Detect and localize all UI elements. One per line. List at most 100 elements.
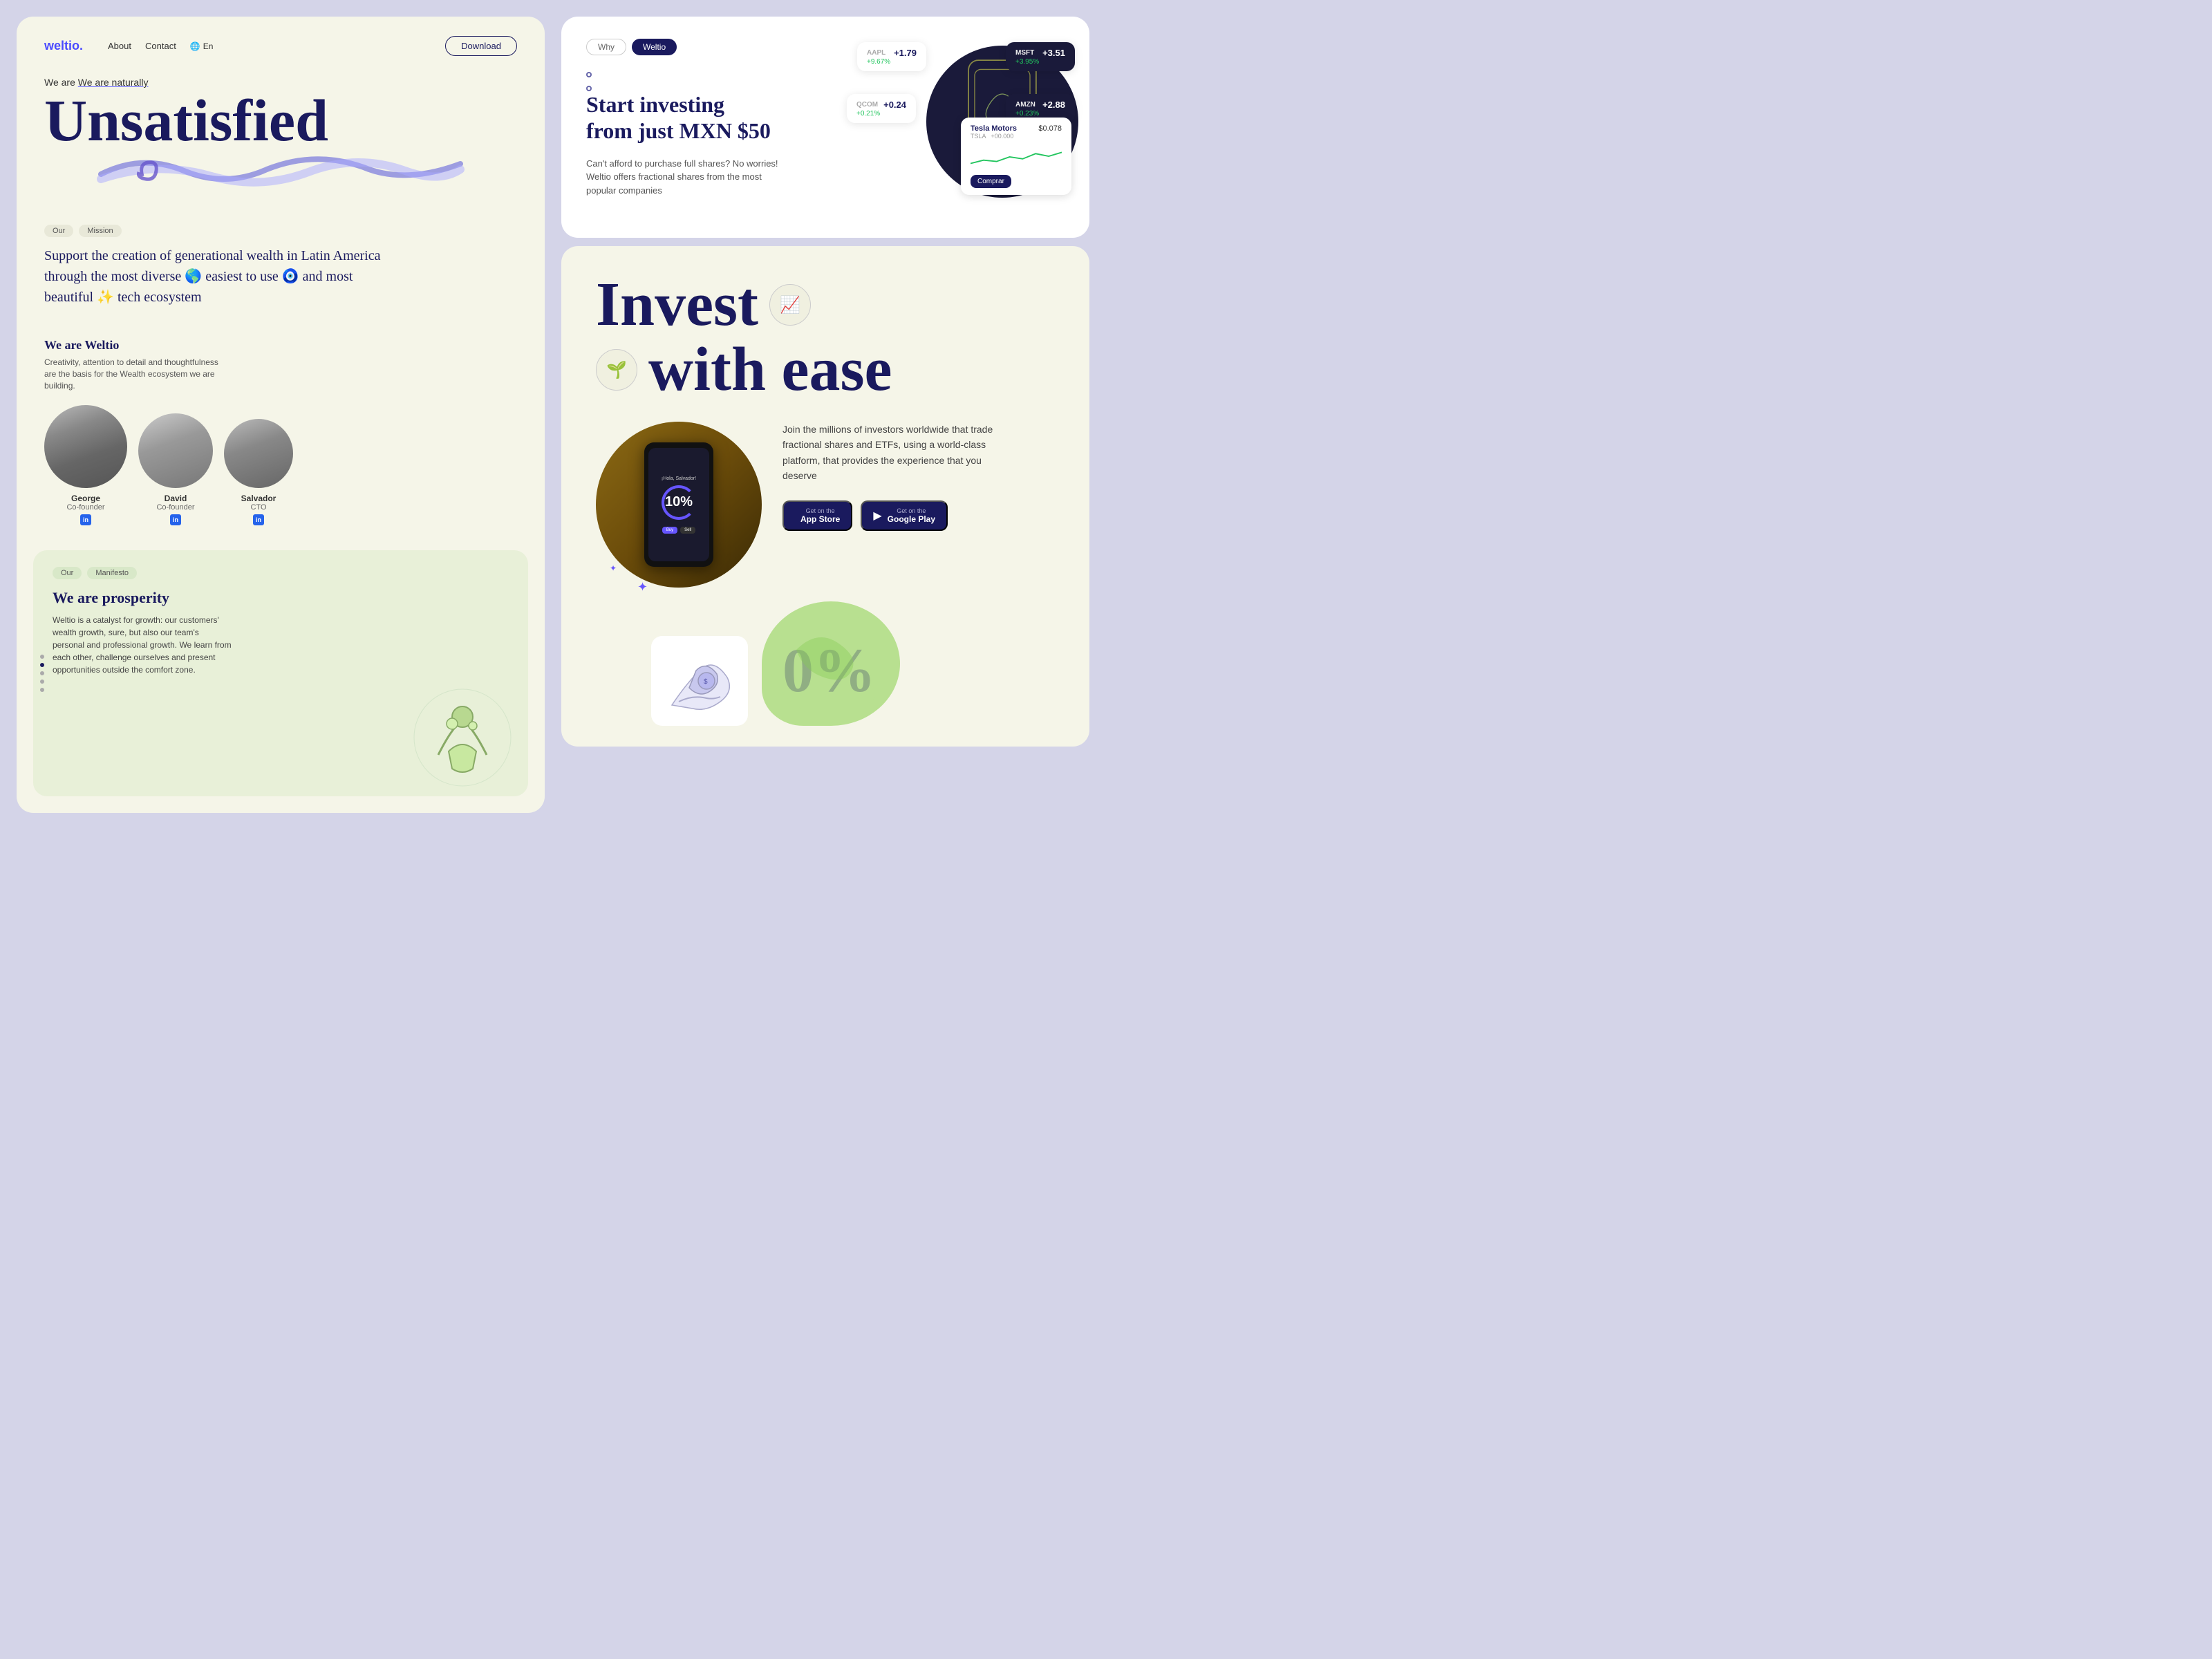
svg-text:$: $: [704, 678, 708, 686]
invest-title-line2: with ease: [648, 339, 892, 401]
tesla-ticker: TSLA +00.000: [971, 133, 1017, 140]
phone-mockup: ¡Hola, Salvador! 10% Buy Sell: [644, 442, 713, 567]
step-indicators: [586, 72, 854, 91]
stock-change-amzn: +0.23%: [1015, 110, 1065, 118]
linkedin-icon-george[interactable]: in: [80, 514, 91, 525]
hero-wave: [44, 150, 517, 188]
hero-subtitle-underline: We are naturally: [78, 77, 149, 88]
team-desc: Creativity, attention to detail and thou…: [44, 357, 224, 391]
stock-change-aapl: +9.67%: [867, 58, 917, 66]
hero-section: We are We are naturally Unsatisfied: [17, 70, 545, 205]
investing-right: AAPL +1.79 +9.67% MSFT +3.51 +3.95% QCOM…: [871, 39, 1065, 216]
tesla-buy-button[interactable]: Comprar: [971, 175, 1011, 188]
investing-tabs: Why Weltio: [586, 39, 854, 55]
investing-card: Why Weltio Start investingfrom just MXN …: [561, 17, 1089, 238]
linkedin-icon-salvador[interactable]: in: [253, 514, 264, 525]
right-panel: Why Weltio Start investingfrom just MXN …: [561, 17, 1089, 813]
sparkle-decoration-2: ✦: [610, 563, 617, 574]
avatar-photo-david: [138, 413, 213, 488]
avatar-role-george: Co-founder: [66, 503, 104, 512]
step-dot-2: [586, 86, 592, 91]
step-1: [586, 72, 592, 77]
manifesto-desc: Weltio is a catalyst for growth: our cus…: [53, 614, 232, 676]
avatar-photo-salvador: [224, 419, 293, 488]
stock-sym-aapl: AAPL: [867, 49, 885, 57]
store-buttons: Get on the App Store ▶ Get on the Google…: [782, 500, 1055, 531]
breadcrumb-manifesto: Manifesto: [87, 567, 137, 579]
stock-price-qcom: +0.24: [883, 100, 906, 110]
mission-breadcrumb: Our Mission: [44, 225, 517, 237]
invest-content: ¡Hola, Salvador! 10% Buy Sell: [596, 422, 1055, 588]
nav-contact[interactable]: Contact: [145, 41, 176, 51]
manifesto-illustration: [411, 686, 514, 789]
tesla-mini-chart: [971, 147, 1062, 167]
invest-title-row-1: Invest 📈: [596, 274, 1055, 336]
mission-section: Our Mission Support the creation of gene…: [17, 205, 545, 321]
tesla-card: Tesla Motors TSLA +00.000 $0.078 Comprar: [961, 118, 1071, 195]
app-store-button[interactable]: Get on the App Store: [782, 500, 852, 531]
hero-title: Unsatisfied: [44, 91, 517, 150]
tab-weltio[interactable]: Weltio: [632, 39, 677, 55]
tab-why[interactable]: Why: [586, 39, 626, 55]
breadcrumb-our: Our: [44, 225, 73, 237]
nav-about[interactable]: About: [108, 41, 131, 51]
phone-circle: ¡Hola, Salvador! 10% Buy Sell: [596, 422, 762, 588]
google-play-pre: Get on the: [888, 507, 935, 514]
google-play-icon: ▶: [873, 509, 881, 523]
breadcrumb-mission: Mission: [79, 225, 121, 237]
app-store-name: App Store: [800, 514, 840, 524]
avatar-david: David Co-founder in: [138, 413, 213, 525]
stock-card-aapl: AAPL +1.79 +9.67%: [857, 42, 926, 71]
scroll-dot-3: [40, 671, 44, 675]
team-title: We are Weltio: [44, 338, 517, 353]
manifesto-section: Our Manifesto We are prosperity Weltio i…: [33, 550, 528, 796]
tesla-price: $0.078: [1038, 124, 1062, 140]
hero-subtitle: We are We are naturally: [44, 77, 517, 88]
avatar-name-salvador: Salvador: [241, 494, 276, 503]
phone-illustration: ¡Hola, Salvador! 10% Buy Sell: [596, 422, 762, 588]
stock-sym-amzn: AMZN: [1015, 101, 1035, 109]
stock-price-amzn: +2.88: [1042, 100, 1065, 110]
stock-sym-qcom: QCOM: [856, 101, 878, 109]
app-store-pre: Get on the: [800, 507, 840, 514]
linkedin-icon-david[interactable]: in: [170, 514, 181, 525]
step-2: [586, 86, 592, 91]
stock-price-msft: +3.51: [1042, 48, 1065, 58]
avatar-name-george: George: [71, 494, 100, 503]
invest-title-line1: Invest: [596, 274, 758, 336]
scroll-dot-4: [40, 679, 44, 684]
phone-percent: 10%: [665, 494, 693, 510]
tesla-header: Tesla Motors TSLA +00.000 $0.078: [971, 124, 1062, 140]
team-avatars: George Co-founder in David Co-founder in…: [44, 405, 517, 525]
invest-title-row-2: 🌱 with ease: [596, 339, 1055, 401]
google-play-name: Google Play: [888, 514, 935, 524]
sparkle-decoration: ✦: [637, 580, 648, 594]
phone-screen: ¡Hola, Salvador! 10% Buy Sell: [648, 448, 709, 561]
google-play-button[interactable]: ▶ Get on the Google Play: [861, 500, 948, 531]
download-button[interactable]: Download: [445, 36, 517, 56]
scroll-indicators: [40, 655, 44, 692]
left-panel: weltio. About Contact 🌐 En Download We a…: [17, 17, 545, 813]
breadcrumb-our-manifesto: Our: [53, 567, 82, 579]
logo[interactable]: weltio.: [44, 39, 83, 53]
scroll-dot-2: [40, 663, 44, 667]
avatar-photo-george: [44, 405, 127, 488]
stock-change-msft: +3.95%: [1015, 58, 1065, 66]
invest-right-content: Join the millions of investors worldwide…: [782, 422, 1055, 531]
invest-bottom-row: $ 0%: [596, 601, 1055, 726]
nav-lang[interactable]: 🌐 En: [190, 41, 214, 51]
navbar: weltio. About Contact 🌐 En Download: [17, 17, 545, 70]
invest-section: Invest 📈 🌱 with ease ¡Hola, Salvador! 10…: [561, 246, 1089, 747]
step-dot-1: [586, 72, 592, 77]
investing-left: Why Weltio Start investingfrom just MXN …: [586, 39, 854, 216]
scroll-dot-5: [40, 688, 44, 692]
manifesto-title: We are prosperity: [53, 589, 509, 607]
avatar-role-david: Co-founder: [156, 503, 194, 512]
chart-icon: 📈: [769, 284, 811, 326]
manifesto-breadcrumb: Our Manifesto: [53, 567, 509, 579]
mission-text: Support the creation of generational wea…: [44, 245, 390, 308]
avatar-name-david: David: [165, 494, 187, 503]
plant-icon: 🌱: [596, 349, 637, 391]
google-play-text: Get on the Google Play: [888, 507, 935, 524]
stock-change-qcom: +0.21%: [856, 110, 906, 118]
